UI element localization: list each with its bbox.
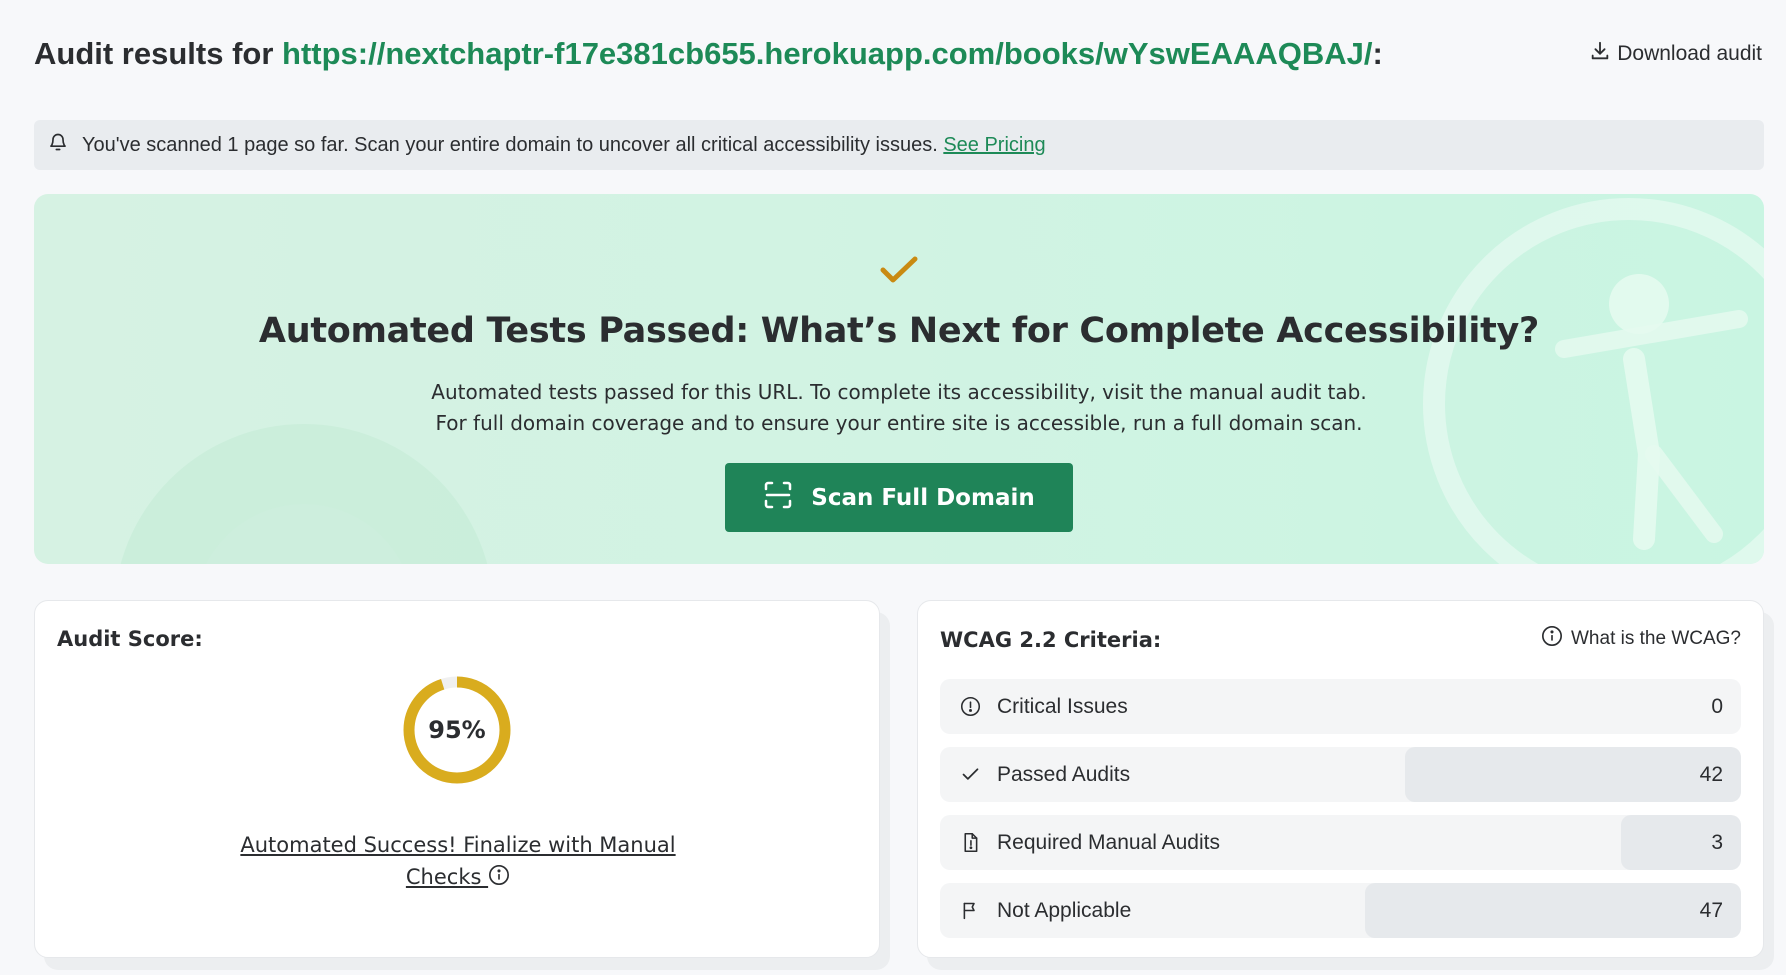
finalize-manual-checks-label: Automated Success! Finalize with Manual … <box>240 833 676 889</box>
download-audit-button[interactable]: Download audit <box>1589 40 1762 68</box>
scan-full-domain-label: Scan Full Domain <box>811 484 1035 511</box>
audit-page: Audit results for https://nextchaptr-f17… <box>0 0 1786 975</box>
download-audit-label: Download audit <box>1617 42 1762 65</box>
notice-text: You've scanned 1 page so far. Scan your … <box>82 133 938 156</box>
criteria-row-passed-audits[interactable]: Passed Audits 42 <box>940 747 1741 802</box>
row-label: Passed Audits <box>997 762 1131 786</box>
row-label: Required Manual Audits <box>997 830 1220 854</box>
see-pricing-link[interactable]: See Pricing <box>943 134 1045 156</box>
info-icon <box>1541 625 1563 653</box>
checkmark-icon <box>878 254 920 291</box>
bell-icon <box>48 132 68 158</box>
what-is-wcag-label: What is the WCAG? <box>1571 628 1741 649</box>
audited-url[interactable]: https://nextchaptr-f17e381cb655.herokuap… <box>282 36 1372 71</box>
criteria-row-critical-issues[interactable]: Critical Issues 0 <box>940 679 1741 734</box>
document-icon <box>958 831 982 855</box>
page-header: Audit results for https://nextchaptr-f17… <box>34 34 1762 74</box>
row-count: 3 <box>1711 830 1723 854</box>
banner-description-line-1: Automated tests passed for this URL. To … <box>431 380 1367 404</box>
row-label: Critical Issues <box>997 694 1128 718</box>
banner-description-line-2: For full domain coverage and to ensure y… <box>435 411 1363 435</box>
audit-score-label: Audit Score: <box>57 627 203 651</box>
what-is-wcag-link[interactable]: What is the WCAG? <box>1541 625 1741 653</box>
title-suffix: : <box>1372 36 1383 71</box>
row-count: 42 <box>1699 762 1723 786</box>
wcag-criteria-label: WCAG 2.2 Criteria: <box>940 628 1162 652</box>
download-icon <box>1589 40 1611 68</box>
flag-icon <box>958 899 982 923</box>
row-count: 47 <box>1699 898 1723 922</box>
criteria-row-not-applicable[interactable]: Not Applicable 47 <box>940 883 1741 938</box>
automated-tests-banner: Automated Tests Passed: What’s Next for … <box>34 194 1764 564</box>
scan-full-domain-button[interactable]: Scan Full Domain <box>725 463 1073 532</box>
scan-notice: You've scanned 1 page so far. Scan your … <box>34 120 1764 170</box>
score-value: 95% <box>428 716 486 744</box>
alert-circle-icon <box>958 695 982 719</box>
audit-score-card: Audit Score: 95% Automated Success! Fina… <box>34 600 880 958</box>
check-icon <box>958 763 982 787</box>
title-prefix: Audit results for <box>34 36 283 71</box>
wcag-criteria-card: WCAG 2.2 Criteria: What is the WCAG? Cri… <box>917 600 1764 958</box>
banner-title: Automated Tests Passed: What’s Next for … <box>258 311 1540 351</box>
banner-content: Automated Tests Passed: What’s Next for … <box>34 254 1764 532</box>
info-icon[interactable] <box>488 863 510 895</box>
criteria-row-required-manual-audits[interactable]: Required Manual Audits 3 <box>940 815 1741 870</box>
banner-description: Automated tests passed for this URL. To … <box>431 377 1366 439</box>
scan-icon <box>763 480 793 516</box>
row-label: Not Applicable <box>997 898 1132 922</box>
finalize-manual-checks-link[interactable]: Automated Success! Finalize with Manual … <box>235 829 681 895</box>
wcag-criteria-list: Critical Issues 0 Passed Audits 42 Requi… <box>940 679 1741 951</box>
page-title: Audit results for https://nextchaptr-f17… <box>34 36 1383 72</box>
row-count: 0 <box>1711 694 1723 718</box>
